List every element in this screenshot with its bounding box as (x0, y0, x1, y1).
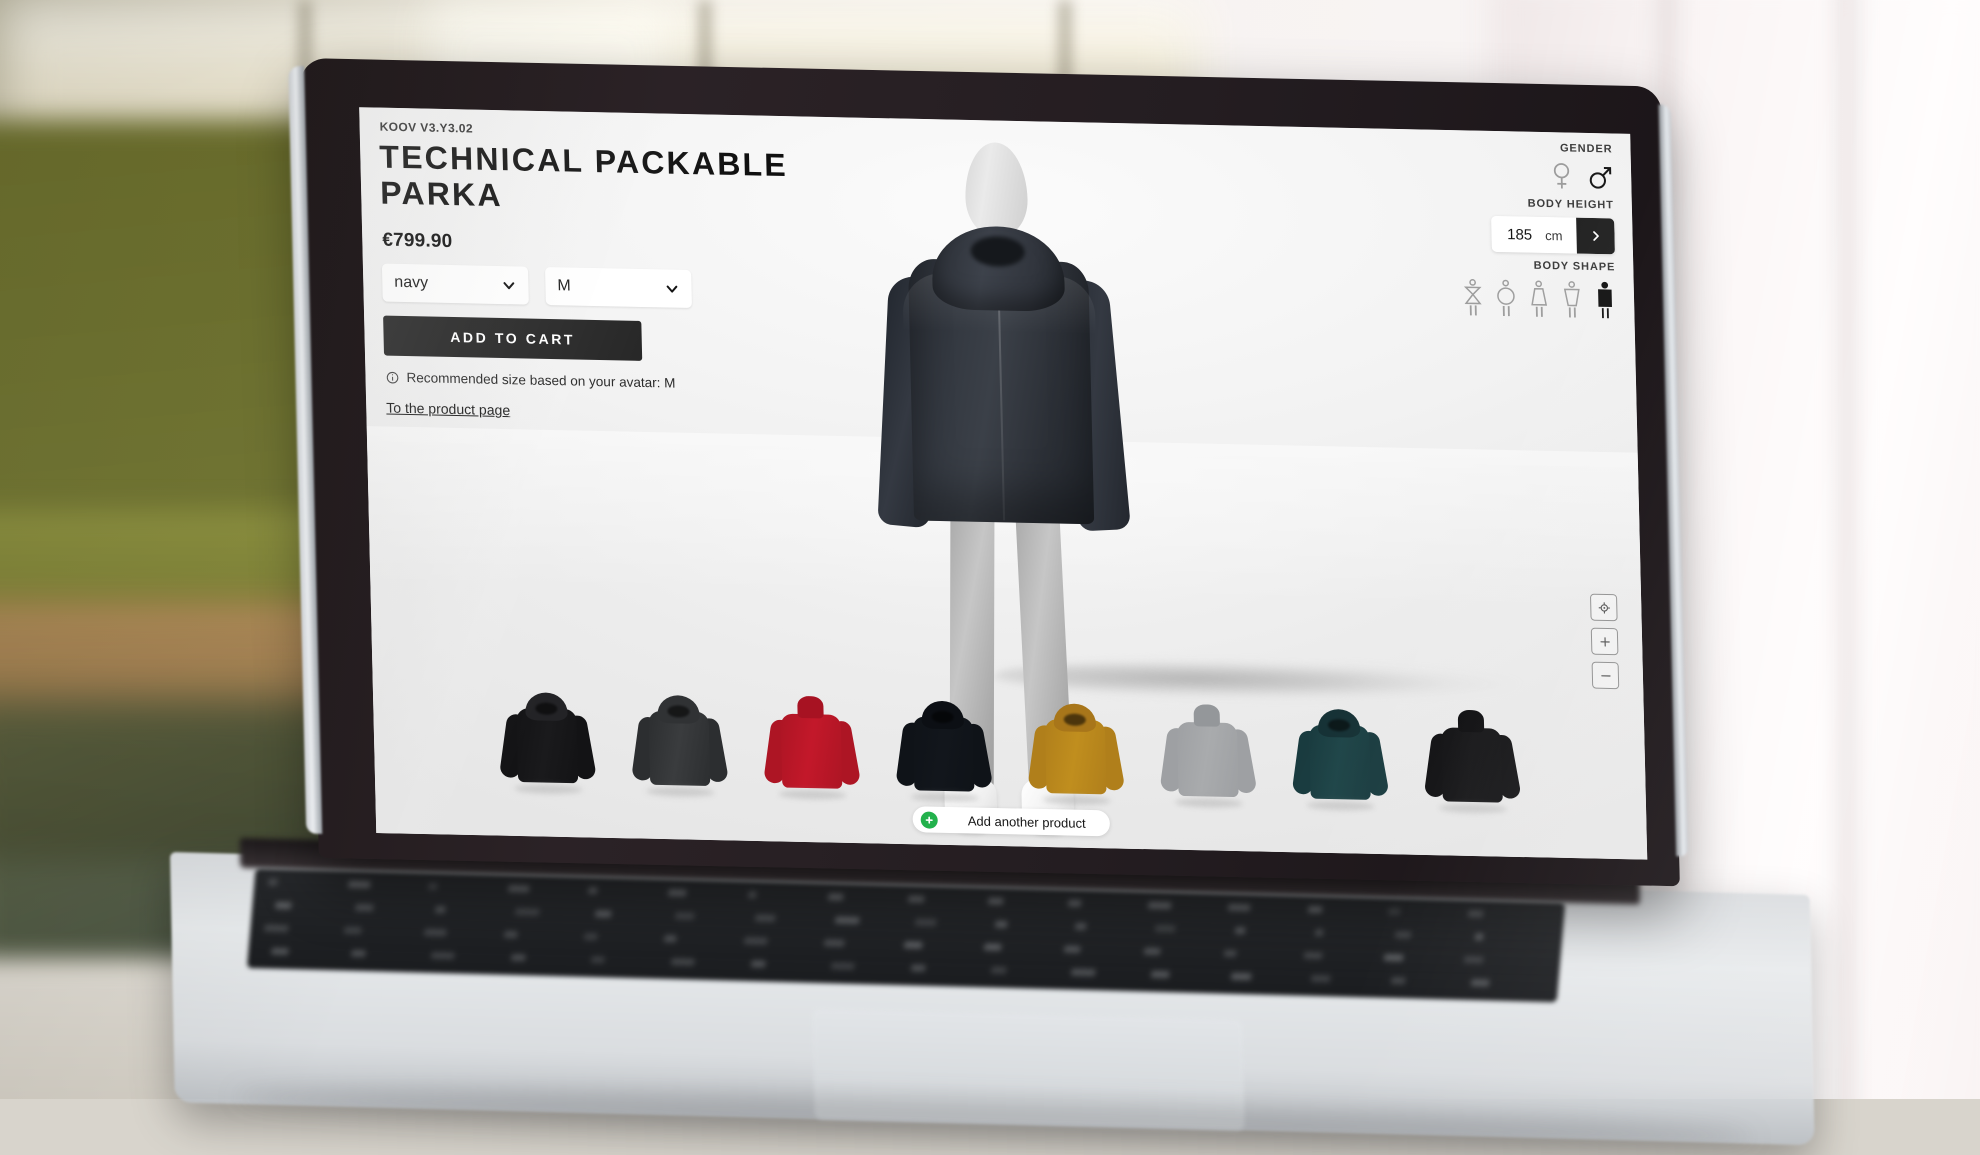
mars-icon[interactable] (1588, 164, 1614, 191)
venus-icon[interactable] (1551, 161, 1573, 191)
body-height-input-group: 185 cm (1491, 216, 1615, 255)
garment-hood-opening (667, 705, 689, 717)
body-height-label: BODY HEIGHT (1490, 197, 1614, 212)
gender-control: GENDER (1550, 142, 1613, 192)
garment-hood-opening (535, 702, 557, 714)
product-price: €799.90 (382, 230, 453, 253)
laptop: KOOV V3.Y3.02 TECHNICAL PACKABLE PARKA €… (0, 0, 1980, 1099)
product-thumbnail[interactable] (1151, 683, 1264, 805)
garment-black-sweater (1425, 705, 1520, 811)
chevron-down-icon (501, 278, 516, 293)
koov-fitting-app: KOOV V3.Y3.02 TECHNICAL PACKABLE PARKA €… (359, 107, 1647, 859)
parka-hood-opening (970, 236, 1025, 267)
product-page-link[interactable]: To the product page (386, 400, 510, 419)
garment-hood (525, 692, 568, 721)
plus-circle-icon (921, 811, 938, 828)
body-height-value: 185 (1507, 226, 1532, 244)
body-shape-label: BODY SHAPE (1461, 258, 1615, 273)
color-select[interactable]: navy (382, 264, 529, 305)
garment-black-hooded-parka (500, 686, 595, 792)
garment-collar (1193, 704, 1220, 727)
gender-label: GENDER (1550, 142, 1612, 155)
info-icon (385, 370, 399, 384)
body-height-input[interactable]: 185 cm (1491, 216, 1577, 254)
variant-selectors: navy M (382, 264, 692, 308)
body-height-next-button[interactable] (1576, 218, 1615, 255)
garment-body (1441, 727, 1503, 802)
garment-charcoal-long-parka (632, 688, 727, 794)
body-shape-options (1462, 278, 1617, 326)
size-select[interactable]: M (545, 267, 692, 308)
add-another-product-button[interactable]: Add another product (912, 806, 1110, 836)
minus-icon (1598, 669, 1612, 683)
product-thumbnail[interactable] (490, 670, 603, 792)
laptop-lid: KOOV V3.Y3.02 TECHNICAL PACKABLE PARKA €… (300, 58, 1680, 886)
add-to-cart-button[interactable]: ADD TO CART (383, 316, 642, 361)
product-thumbnail[interactable] (755, 675, 868, 797)
garment-hood-opening (932, 711, 954, 723)
body-height-control: BODY HEIGHT 185 cm (1490, 197, 1615, 255)
garment-mustard-hooded-jacket (1028, 697, 1123, 803)
product-thumbnail-strip (372, 657, 1646, 814)
avatar-garment-parka (873, 224, 1128, 529)
garment-hood (657, 695, 700, 724)
product-thumbnail[interactable] (887, 678, 1000, 800)
garment-hood-opening (1328, 719, 1350, 731)
body-height-unit: cm (1545, 227, 1563, 242)
body-shape-option-triangle[interactable] (1528, 280, 1551, 325)
add-another-product-label: Add another product (948, 812, 1086, 830)
garment-collar (1458, 710, 1485, 733)
gender-options (1551, 161, 1614, 192)
chevron-down-icon (664, 281, 679, 296)
garment-red-longsleeve-top (764, 691, 859, 797)
body-shape-option-rectangle[interactable] (1594, 281, 1617, 326)
garment-teal-hooded-jacket (1292, 702, 1387, 808)
product-thumbnail[interactable] (1019, 681, 1132, 803)
chevron-right-icon (1589, 230, 1601, 242)
size-select-value: M (557, 277, 665, 297)
body-shape-option-round[interactable] (1495, 279, 1518, 324)
body-shape-option-hourglass[interactable] (1462, 278, 1485, 323)
color-select-value: navy (394, 274, 502, 294)
laptop-base (170, 852, 1814, 1145)
laptop-screen: KOOV V3.Y3.02 TECHNICAL PACKABLE PARKA €… (359, 107, 1647, 859)
garment-grey-sweater (1160, 700, 1255, 806)
product-thumbnail[interactable] (1283, 686, 1396, 808)
garment-navy-hooded-jacket (896, 694, 991, 800)
parka-hood (931, 225, 1065, 312)
page-title: TECHNICAL PACKABLE PARKA (379, 140, 811, 221)
plus-icon (1597, 635, 1611, 649)
zoom-in-button[interactable] (1591, 628, 1619, 656)
recenter-button[interactable] (1590, 594, 1618, 622)
garment-hood-opening (1064, 714, 1086, 726)
avatar-head (964, 142, 1028, 237)
brand-version: KOOV V3.Y3.02 (379, 120, 473, 136)
target-icon (1597, 601, 1611, 615)
product-thumbnail[interactable] (623, 672, 736, 794)
garment-hood (921, 701, 964, 730)
garment-collar (797, 696, 824, 719)
viewer-controls (1590, 594, 1619, 690)
body-shape-control: BODY SHAPE (1461, 258, 1617, 326)
garment-body (1177, 722, 1239, 797)
garment-hood (1053, 703, 1096, 732)
garment-body (781, 714, 843, 789)
garment-hood (1318, 709, 1361, 738)
product-thumbnail[interactable] (1415, 689, 1528, 811)
body-shape-option-inverted-triangle[interactable] (1561, 280, 1584, 325)
